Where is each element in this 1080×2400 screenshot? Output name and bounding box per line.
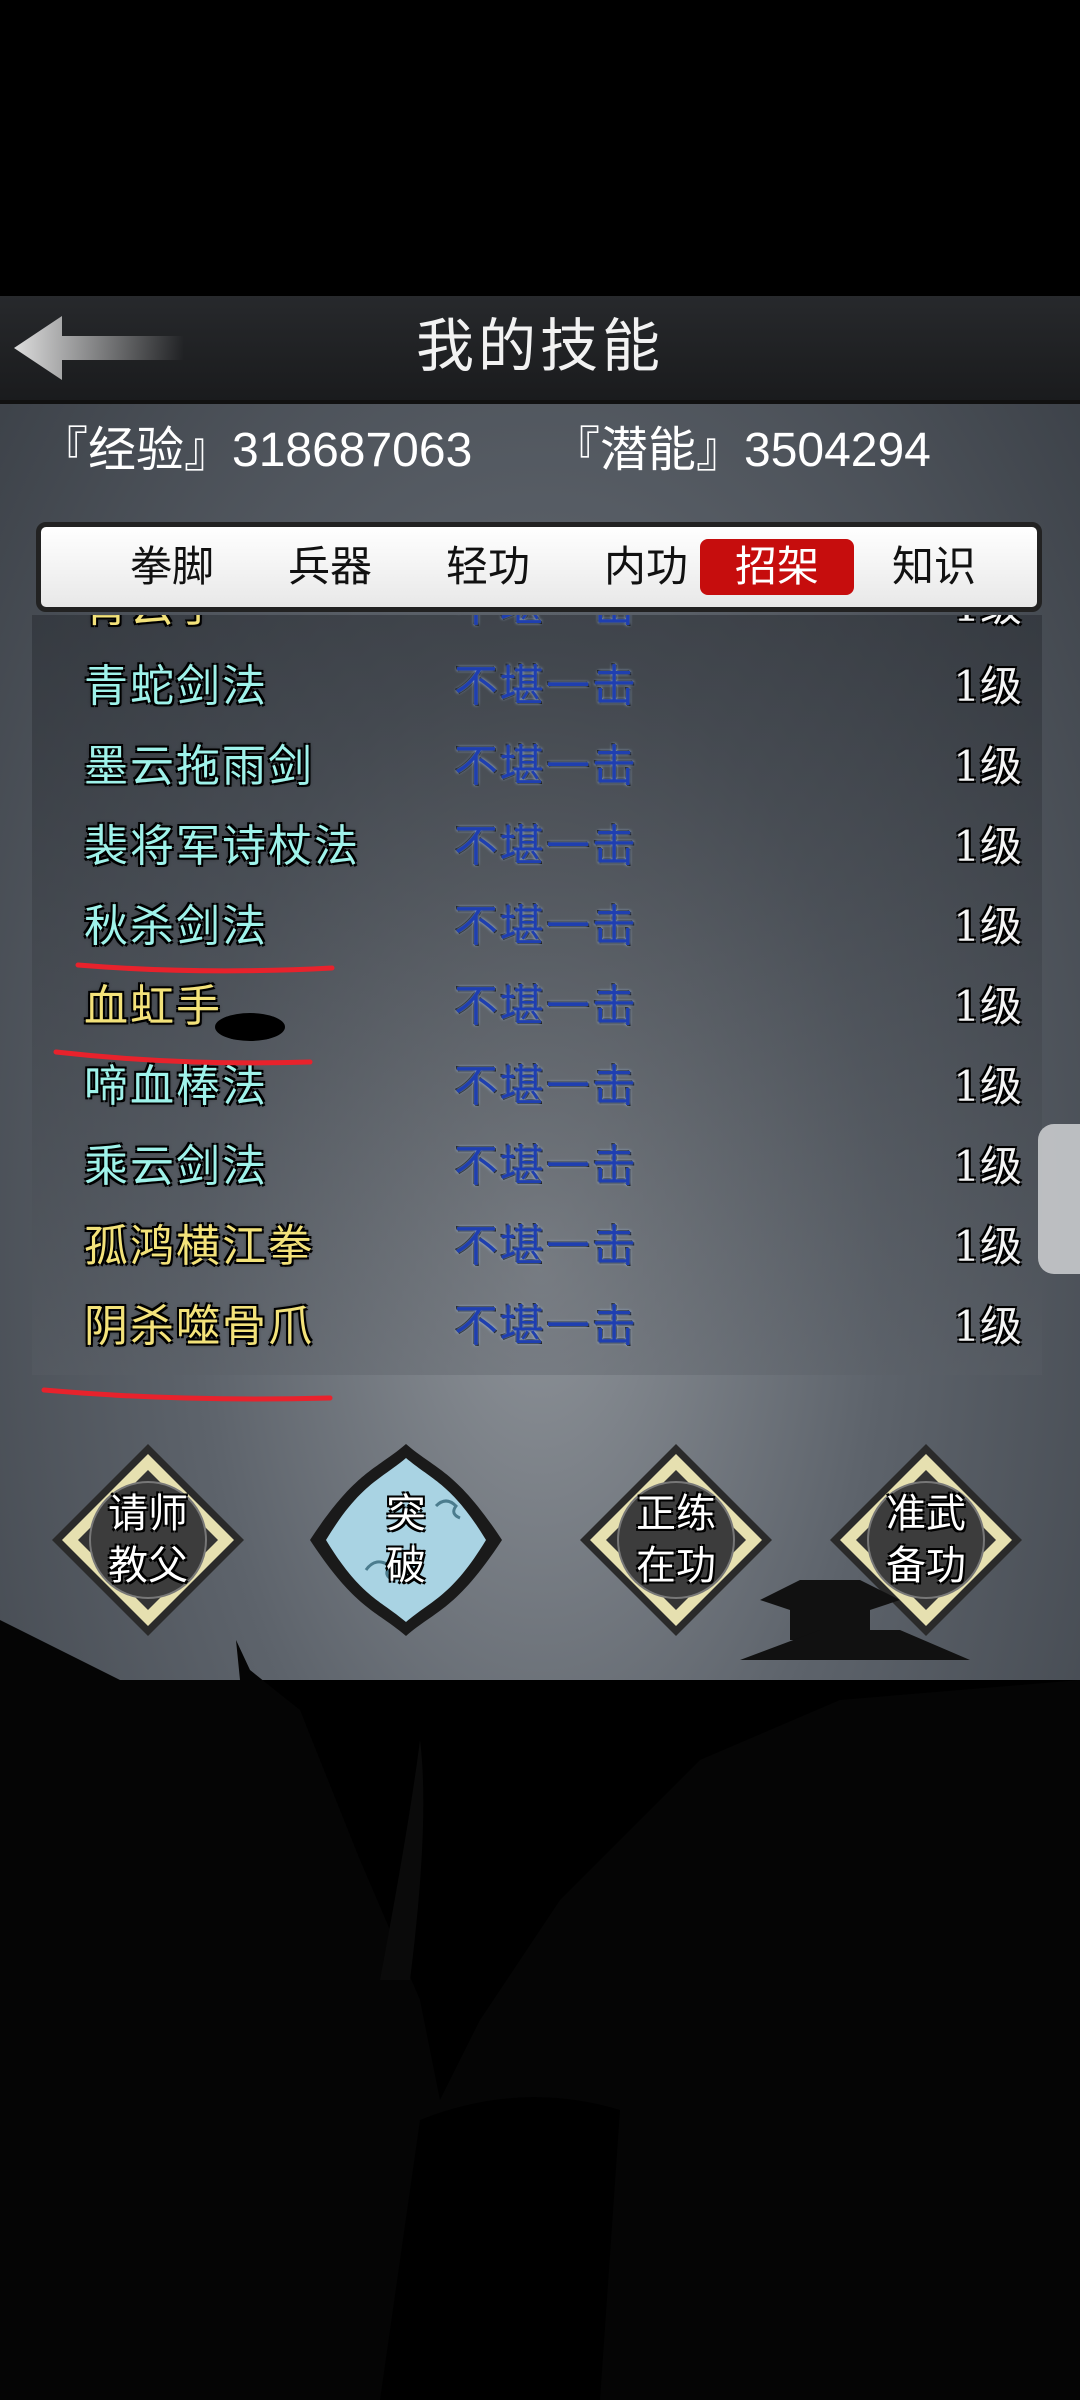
tab-bingqi[interactable]: 兵器 [253, 539, 407, 595]
skill-name: 青云手 [84, 615, 222, 647]
skill-rank: 不堪一击 [454, 1221, 638, 1272]
potential-stat: 『潜能』3504294 [552, 424, 931, 477]
skill-name: 孤鸿横江拳 [84, 1221, 314, 1272]
skill-row[interactable]: 血虹手 不堪一击 1级 [32, 967, 1042, 1047]
skill-rank: 不堪一击 [454, 1061, 638, 1112]
skill-level: 1级 [953, 742, 1022, 791]
skill-row[interactable]: 青云手 不堪一击 1级 [32, 615, 1042, 647]
tab-zhaojia[interactable]: 招架 [700, 539, 854, 595]
skill-row[interactable]: 裴将军诗杖法 不堪一击 1级 [32, 807, 1042, 887]
experience-stat: 『经验』318687063 [40, 424, 473, 477]
skill-list[interactable]: 青云手 不堪一击 1级 青蛇剑法 不堪一击 1级 墨云拖雨剑 不堪一击 1级 裴… [32, 615, 1042, 1375]
skill-name: 秋杀剑法 [84, 901, 268, 952]
tab-zhishi[interactable]: 知识 [857, 539, 1011, 595]
skill-category-tabs: 拳脚 兵器 轻功 内功 招架 知识 [36, 522, 1042, 612]
skill-row[interactable]: 乘云剑法 不堪一击 1级 [32, 1127, 1042, 1207]
skill-name: 墨云拖雨剑 [84, 741, 314, 792]
skill-level: 1级 [953, 1062, 1022, 1111]
skill-name: 啼血棒法 [84, 1061, 268, 1112]
skill-row[interactable]: 墨云拖雨剑 不堪一击 1级 [32, 727, 1042, 807]
skill-row[interactable]: 啼血棒法 不堪一击 1级 [32, 1047, 1042, 1127]
side-drawer-handle[interactable] [1038, 1124, 1080, 1274]
skill-rank: 不堪一击 [454, 821, 638, 872]
skill-name: 血虹手 [84, 981, 222, 1032]
skill-level: 1级 [953, 1142, 1022, 1191]
skill-rank: 不堪一击 [454, 741, 638, 792]
skill-rank: 不堪一击 [454, 1301, 638, 1352]
skill-rank: 不堪一击 [454, 661, 638, 712]
skill-level: 1级 [953, 615, 1022, 647]
tab-qinggong[interactable]: 轻功 [411, 539, 565, 595]
skill-level: 1级 [953, 902, 1022, 951]
skill-level: 1级 [953, 1222, 1022, 1271]
skill-row[interactable]: 孤鸿横江拳 不堪一击 1级 [32, 1207, 1042, 1287]
tab-quanjiao[interactable]: 拳脚 [95, 539, 249, 595]
skill-rank: 不堪一击 [454, 1141, 638, 1192]
skill-rank: 不堪一击 [454, 981, 638, 1032]
skill-row[interactable]: 阴杀噬骨爪 不堪一击 1级 [32, 1287, 1042, 1367]
skill-row[interactable]: 秋杀剑法 不堪一击 1级 [32, 887, 1042, 967]
skill-level: 1级 [953, 662, 1022, 711]
page-title: 我的技能 [415, 312, 664, 380]
skill-row[interactable]: 青蛇剑法 不堪一击 1级 [32, 647, 1042, 727]
skill-name: 乘云剑法 [84, 1141, 268, 1192]
skill-level: 1级 [953, 982, 1022, 1031]
skill-rank: 不堪一击 [454, 901, 638, 952]
skill-name: 裴将军诗杖法 [84, 821, 360, 872]
skill-level: 1级 [953, 822, 1022, 871]
skill-rank: 不堪一击 [454, 615, 638, 647]
skill-level: 1级 [953, 1302, 1022, 1351]
skill-name: 阴杀噬骨爪 [84, 1301, 314, 1352]
pagoda-silhouette-scenery [0, 1580, 1080, 2400]
skill-name: 青蛇剑法 [84, 661, 268, 712]
